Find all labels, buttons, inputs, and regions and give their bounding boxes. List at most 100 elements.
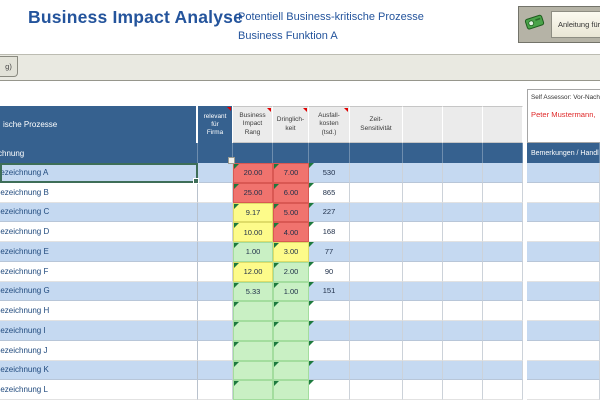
downtime-cost-cell[interactable] [309, 380, 350, 400]
remarks-cell[interactable] [527, 183, 600, 203]
downtime-cost-cell[interactable] [309, 301, 350, 321]
subheader-bemerkungen[interactable]: Bemerkungen / Handlungsbedarf [527, 143, 600, 163]
empty-cell[interactable] [443, 380, 483, 400]
relevant-cell[interactable] [198, 282, 233, 302]
process-name-cell[interactable]: Bezeichnung H [0, 301, 198, 321]
empty-cell[interactable] [483, 222, 523, 242]
process-name-cell[interactable]: Bezeichnung B [0, 183, 198, 203]
downtime-cost-cell[interactable]: 90 [309, 262, 350, 282]
remarks-cell[interactable] [527, 282, 600, 302]
col-header-business-impact-rang[interactable]: Business Impact Rang [233, 106, 273, 143]
urgency-cell[interactable]: 7.00 [273, 163, 309, 183]
downtime-cost-cell[interactable]: 227 [309, 203, 350, 223]
remarks-cell[interactable] [527, 301, 600, 321]
impact-rank-cell[interactable]: 10.00 [233, 222, 273, 242]
col-header-relevant[interactable]: relevant für Firma [198, 106, 233, 143]
empty-cell[interactable] [403, 321, 443, 341]
empty-cell[interactable] [483, 341, 523, 361]
empty-cell[interactable] [483, 380, 523, 400]
downtime-cost-cell[interactable] [309, 341, 350, 361]
impact-rank-cell[interactable] [233, 341, 273, 361]
downtime-cost-cell[interactable]: 168 [309, 222, 350, 242]
urgency-cell[interactable] [273, 361, 309, 381]
remarks-cell[interactable] [527, 380, 600, 400]
time-sensitivity-cell[interactable] [350, 341, 403, 361]
remarks-cell[interactable] [527, 242, 600, 262]
time-sensitivity-cell[interactable] [350, 321, 403, 341]
empty-cell[interactable] [403, 341, 443, 361]
empty-cell[interactable] [483, 242, 523, 262]
time-sensitivity-cell[interactable] [350, 380, 403, 400]
urgency-cell[interactable] [273, 341, 309, 361]
time-sensitivity-cell[interactable] [350, 262, 403, 282]
col-header-ausfallkosten[interactable]: Ausfall- kosten (tsd.) [309, 106, 350, 143]
urgency-cell[interactable]: 3.00 [273, 242, 309, 262]
process-name-cell[interactable]: Bezeichnung D [0, 222, 198, 242]
downtime-cost-cell[interactable]: 77 [309, 242, 350, 262]
empty-cell[interactable] [443, 301, 483, 321]
process-name-cell[interactable]: Bezeichnung L [0, 380, 198, 400]
empty-cell[interactable] [403, 222, 443, 242]
downtime-cost-cell[interactable] [309, 361, 350, 381]
urgency-cell[interactable]: 1.00 [273, 282, 309, 302]
empty-cell[interactable] [483, 203, 523, 223]
col-header-empty-2[interactable] [443, 106, 483, 143]
relevant-cell[interactable] [198, 242, 233, 262]
remarks-cell[interactable] [527, 361, 600, 381]
time-sensitivity-cell[interactable] [350, 163, 403, 183]
impact-rank-cell[interactable]: 12.00 [233, 262, 273, 282]
process-name-cell[interactable]: Bezeichnung G [0, 282, 198, 302]
empty-cell[interactable] [443, 341, 483, 361]
downtime-cost-cell[interactable]: 865 [309, 183, 350, 203]
subheader-bezeichnung[interactable]: Bezeichnung [0, 143, 198, 163]
empty-cell[interactable] [443, 321, 483, 341]
empty-cell[interactable] [403, 301, 443, 321]
remarks-cell[interactable] [527, 341, 600, 361]
empty-cell[interactable] [483, 183, 523, 203]
empty-cell[interactable] [403, 183, 443, 203]
empty-cell[interactable] [403, 282, 443, 302]
process-name-cell[interactable]: Bezeichnung I [0, 321, 198, 341]
impact-rank-cell[interactable] [233, 380, 273, 400]
empty-cell[interactable] [443, 203, 483, 223]
impact-rank-cell[interactable]: 1.00 [233, 242, 273, 262]
urgency-cell[interactable] [273, 321, 309, 341]
empty-cell[interactable] [483, 361, 523, 381]
empty-cell[interactable] [403, 203, 443, 223]
impact-rank-cell[interactable] [233, 361, 273, 381]
self-assessor-name[interactable]: Peter Mustermann, [528, 101, 600, 119]
remarks-cell[interactable] [527, 321, 600, 341]
relevant-cell[interactable] [198, 203, 233, 223]
urgency-cell[interactable]: 2.00 [273, 262, 309, 282]
urgency-cell[interactable] [273, 301, 309, 321]
urgency-cell[interactable]: 5.00 [273, 203, 309, 223]
empty-cell[interactable] [403, 242, 443, 262]
impact-rank-cell[interactable]: 25.00 [233, 183, 273, 203]
relevant-cell[interactable] [198, 321, 233, 341]
col-header-prozesse[interactable]: ische Prozesse [0, 106, 198, 143]
process-name-cell[interactable]: Bezeichnung J [0, 341, 198, 361]
empty-cell[interactable] [483, 262, 523, 282]
process-name-cell[interactable]: Bezeichnung F [0, 262, 198, 282]
empty-cell[interactable] [443, 282, 483, 302]
relevant-cell[interactable] [198, 361, 233, 381]
col-header-empty-1[interactable] [403, 106, 443, 143]
time-sensitivity-cell[interactable] [350, 222, 403, 242]
relevant-cell[interactable] [198, 183, 233, 203]
impact-rank-cell[interactable]: 20.00 [233, 163, 273, 183]
time-sensitivity-cell[interactable] [350, 242, 403, 262]
empty-cell[interactable] [483, 301, 523, 321]
empty-cell[interactable] [403, 163, 443, 183]
relevant-cell[interactable] [198, 301, 233, 321]
relevant-cell[interactable] [198, 262, 233, 282]
smart-tag-box[interactable] [228, 157, 235, 164]
time-sensitivity-cell[interactable] [350, 282, 403, 302]
time-sensitivity-cell[interactable] [350, 361, 403, 381]
process-name-cell[interactable]: Bezeichnung C [0, 203, 198, 223]
help-button[interactable]: Anleitung für [518, 6, 600, 43]
col-header-zeit-sensitivitaet[interactable]: Zeit- Sensitivität [350, 106, 403, 143]
downtime-cost-cell[interactable]: 530 [309, 163, 350, 183]
impact-rank-cell[interactable] [233, 321, 273, 341]
time-sensitivity-cell[interactable] [350, 203, 403, 223]
col-header-dringlichkeit[interactable]: Dringlich- keit [273, 106, 309, 143]
